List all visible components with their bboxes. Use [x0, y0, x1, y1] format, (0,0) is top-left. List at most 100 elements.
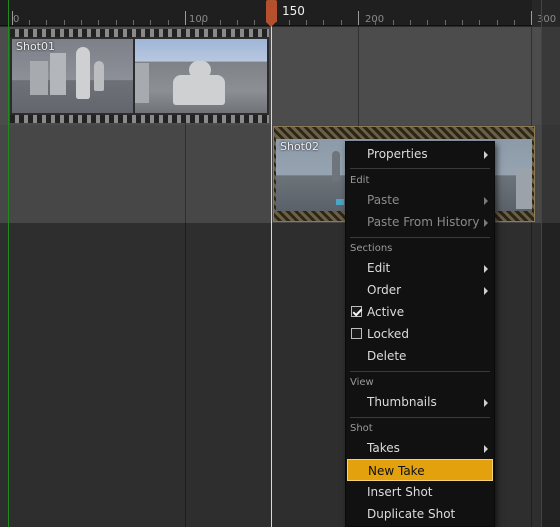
menu-item-new-take[interactable]: New Take [347, 459, 493, 481]
shot01-section[interactable]: Shot01 [10, 29, 269, 123]
ruler-tick [254, 20, 255, 25]
ruler-tick [168, 20, 169, 25]
ruler-tick [29, 20, 30, 25]
menu-separator [350, 237, 490, 238]
out-of-range-shade [542, 27, 560, 527]
menu-item-label: Active [367, 305, 405, 319]
scene-block [135, 63, 149, 103]
scene-marker [336, 199, 344, 205]
menu-item-label: Locked [367, 327, 409, 341]
shot01-label: Shot01 [16, 40, 55, 53]
ruler-tick [116, 20, 117, 25]
menu-item-label: Takes [367, 441, 400, 455]
menu-item-label: New Take [368, 464, 425, 478]
ruler-tick [497, 20, 498, 25]
robot-figure [76, 47, 90, 99]
menu-item-edit[interactable]: Edit [347, 257, 493, 279]
menu-header-sections: Sections [350, 243, 393, 254]
ruler-tick [341, 20, 342, 25]
ruler-tick [427, 20, 428, 25]
active-checkbox[interactable] [351, 306, 362, 317]
menu-item-properties[interactable]: Properties [347, 143, 493, 165]
menu-item-label: Thumbnails [367, 395, 437, 409]
menu-item-label: Paste [367, 193, 400, 207]
locked-checkbox[interactable] [351, 328, 362, 339]
scene-block [516, 169, 532, 209]
menu-item-label: Duplicate Shot [367, 507, 456, 521]
ruler-tick [237, 20, 238, 25]
ruler-tick [462, 20, 463, 25]
ruler-tick-major [531, 11, 532, 25]
submenu-arrow-icon [484, 287, 488, 295]
ruler-tick [289, 20, 290, 25]
menu-item-label: Delete [367, 349, 407, 363]
playback-end-marker[interactable] [541, 0, 542, 527]
robot-head [189, 61, 211, 79]
menu-item-delete[interactable]: Delete [347, 345, 493, 367]
ruler-tick [393, 20, 394, 25]
ruler-tick [323, 20, 324, 25]
submenu-arrow-icon [484, 197, 488, 205]
ruler-label-100: 100 [189, 14, 209, 25]
playhead-line [271, 26, 272, 527]
menu-item-paste: Paste [347, 189, 493, 211]
playhead-handle[interactable] [266, 0, 277, 27]
scene-block [30, 61, 48, 95]
menu-item-duplicate-shot[interactable]: Duplicate Shot [347, 503, 493, 525]
menu-separator [350, 371, 490, 372]
submenu-arrow-icon [484, 151, 488, 159]
menu-item-insert-shot[interactable]: Insert Shot [347, 481, 493, 503]
ruler-tick [46, 20, 47, 25]
menu-item-order[interactable]: Order [347, 279, 493, 301]
menu-separator [350, 168, 490, 169]
menu-item-locked[interactable]: Locked [347, 323, 493, 345]
menu-header-edit: Edit [350, 175, 370, 186]
ruler-label-300: 300 [537, 14, 557, 25]
playback-start-marker[interactable] [8, 0, 9, 527]
character-figure [332, 151, 340, 181]
scene-block [50, 53, 66, 95]
ruler-tick [133, 20, 134, 25]
film-sprockets [10, 115, 269, 123]
menu-item-label: Insert Shot [367, 485, 433, 499]
menu-item-label: Order [367, 283, 402, 297]
shot02-label: Shot02 [280, 140, 319, 153]
ruler-tick [202, 20, 203, 25]
ruler-tick [306, 20, 307, 25]
ruler-tick-major [185, 11, 186, 25]
robot-figure [173, 75, 225, 105]
shot01-thumbnail-2 [135, 39, 267, 113]
submenu-arrow-icon [484, 445, 488, 453]
ruler-label-0: 0 [13, 14, 20, 25]
robot-figure [94, 61, 104, 91]
ruler-tick [64, 20, 65, 25]
ruler-tick [98, 20, 99, 25]
menu-item-thumbnails[interactable]: Thumbnails [347, 391, 493, 413]
menu-header-shot: Shot [350, 423, 373, 434]
menu-item-label: Properties [367, 147, 428, 161]
ruler-tick [514, 20, 515, 25]
ruler-tick [375, 20, 376, 25]
menu-item-active[interactable]: Active [347, 301, 493, 323]
context-menu: Properties Edit Paste Paste From History… [345, 141, 495, 527]
film-sprockets [10, 29, 269, 37]
menu-item-label: Edit [367, 261, 391, 275]
menu-header-view: View [350, 377, 374, 388]
ruler-tick [81, 20, 82, 25]
menu-separator [350, 417, 490, 418]
ruler-tick-major [358, 11, 359, 25]
menu-item-label: Paste From History [367, 215, 480, 229]
playhead-frame-number: 150 [282, 4, 305, 18]
menu-item-paste-from-history: Paste From History [347, 211, 493, 233]
timeline-ruler[interactable]: 0 100 200 300 [0, 0, 560, 26]
ruler-tick [445, 20, 446, 25]
ruler-tick [220, 20, 221, 25]
ruler-tick [479, 20, 480, 25]
ruler-tick [410, 20, 411, 25]
menu-item-takes[interactable]: Takes [347, 437, 493, 459]
submenu-arrow-icon [484, 219, 488, 227]
grid-line [531, 27, 532, 527]
submenu-arrow-icon [484, 265, 488, 273]
submenu-arrow-icon [484, 399, 488, 407]
ruler-tick [150, 20, 151, 25]
